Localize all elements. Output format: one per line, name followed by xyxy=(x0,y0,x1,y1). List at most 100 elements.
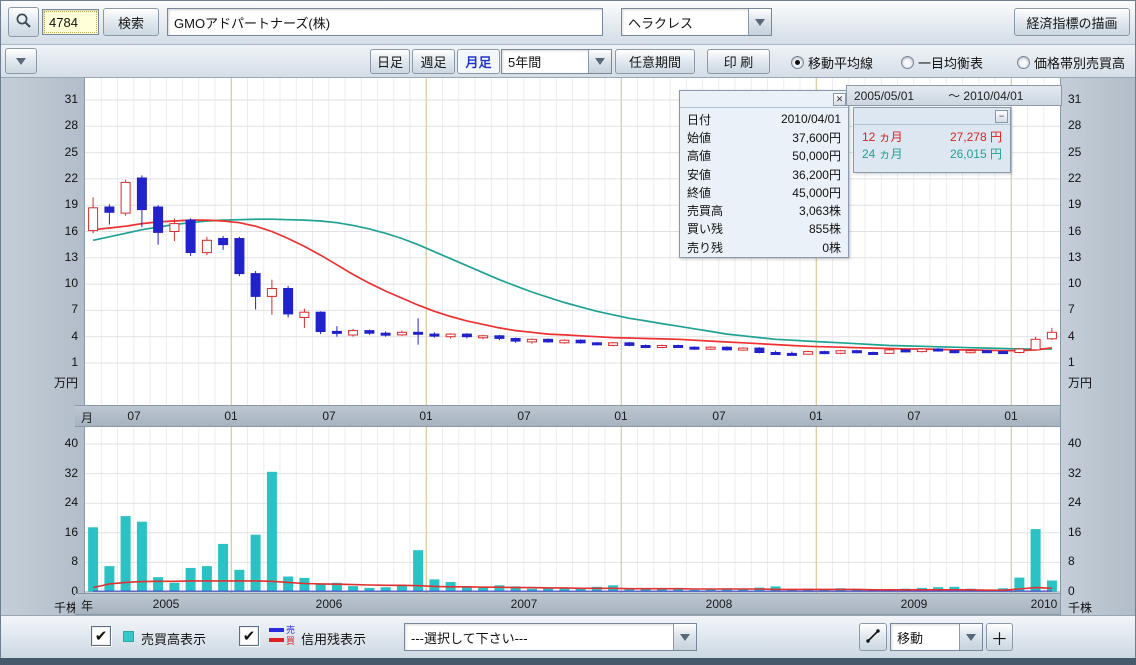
price-tick-label: 25 xyxy=(65,145,78,159)
volume-display-checkbox[interactable] xyxy=(91,626,111,646)
price-tick-label: 22 xyxy=(65,171,78,185)
price-tick-label: 25 xyxy=(1068,145,1081,159)
price-tick-label: 28 xyxy=(65,118,78,132)
info-row-value: 37,600円 xyxy=(792,129,841,146)
year-axis-caption: 年 xyxy=(81,597,93,614)
toolbar-row1: 4784 検索 GMOアドパートナーズ(株) ヘラクレス 経済指標の描画 xyxy=(1,1,1135,45)
chevron-down-icon xyxy=(595,58,605,65)
tool-mode-dropdown[interactable]: 移動 xyxy=(890,623,983,651)
month-axis-caption: 月 xyxy=(81,409,93,426)
exchange-dropdown-button[interactable] xyxy=(748,9,771,35)
minimize-icon[interactable]: − xyxy=(995,110,1008,123)
custom-period-button[interactable]: 任意期間 xyxy=(615,49,695,74)
month-tick-label: 07 xyxy=(114,409,154,423)
month-tick-label: 07 xyxy=(504,409,544,423)
price-tick-label: 28 xyxy=(1068,118,1081,132)
price-tick-label: 31 xyxy=(65,92,78,106)
price-tick-label: 22 xyxy=(1068,171,1081,185)
info-row-label: 始値 xyxy=(687,129,711,146)
tab-daily[interactable]: 日足 xyxy=(370,49,410,74)
ohlc-info-popup: ✕ 日付2010/04/01始値37,600円高値50,000円安値36,200… xyxy=(679,90,849,258)
month-tick-label: 01 xyxy=(211,409,251,423)
close-icon[interactable]: ✕ xyxy=(833,93,846,106)
volume-tick-label: 8 xyxy=(1068,554,1075,568)
volume-tick-label: 8 xyxy=(71,554,78,568)
indicator-select-dropdown[interactable]: ---選択して下さい--- xyxy=(404,623,697,651)
economic-indicator-button[interactable]: 経済指標の描画 xyxy=(1014,8,1130,36)
radio-label: 価格帯別売買高 xyxy=(1034,53,1125,72)
credit-balance-checkbox[interactable] xyxy=(239,626,259,646)
info-row-label: 売り残 xyxy=(687,239,723,256)
info-row-value: 2010/04/01 xyxy=(781,112,841,126)
tab-monthly[interactable]: 月足 xyxy=(457,49,500,74)
info-row: 安値36,200円 xyxy=(687,165,841,183)
volume-axis-unit: 千株 xyxy=(1068,599,1092,616)
range-start: 2005/05/01 xyxy=(854,89,914,103)
footer-bar: 売買高表示 売 買 信用残表示 ---選択して下さい--- 移動 xyxy=(1,615,1135,658)
stock-code-input[interactable]: 4784 xyxy=(42,9,99,35)
trendline-tool-button[interactable] xyxy=(859,623,887,651)
credit-checkbox-label: 信用残表示 xyxy=(301,629,366,648)
info-row-label: 安値 xyxy=(687,166,711,183)
volume-color-swatch-icon xyxy=(123,631,134,642)
year-axis-band: 年 200520062007200820092010 xyxy=(75,593,1060,615)
volume-tick-label: 16 xyxy=(1068,525,1081,539)
info-row: 買い残855株 xyxy=(687,220,841,238)
year-tick-label: 2009 xyxy=(894,597,934,611)
stock-chart-app: 4784 検索 GMOアドパートナーズ(株) ヘラクレス 経済指標の描画 日足 … xyxy=(0,0,1136,665)
month-tick-label: 07 xyxy=(699,409,739,423)
range-end: ～ 2010/04/01 xyxy=(948,87,1023,104)
exchange-dropdown[interactable]: ヘラクレス xyxy=(621,8,772,36)
tool-mode-dropdown-button[interactable] xyxy=(959,624,982,650)
radio-volume-by-price[interactable]: 価格帯別売買高 xyxy=(1017,53,1125,72)
print-button[interactable]: 印 刷 xyxy=(707,49,770,74)
period-range-dropdown[interactable]: 5年間 xyxy=(501,49,612,74)
price-axis-unit: 万円 xyxy=(54,374,78,391)
tab-weekly[interactable]: 週足 xyxy=(412,49,455,74)
price-tick-label: 1 xyxy=(71,355,78,369)
radio-ichimoku[interactable]: 一目均衡表 xyxy=(901,53,983,72)
info-row: 高値50,000円 xyxy=(687,147,841,165)
info-row-label: 高値 xyxy=(687,147,711,164)
info-row: 始値 37,600円 xyxy=(687,128,841,146)
period-range-value: 5年間 xyxy=(502,50,588,73)
price-axis-unit: 万円 xyxy=(1068,374,1092,391)
ma-legend-row: 24 ヵ月26,015 円 xyxy=(862,145,1002,162)
month-axis-band: 月 07010701070107010701 xyxy=(75,405,1060,427)
chevron-down-icon xyxy=(16,58,26,65)
price-tick-label: 10 xyxy=(1068,276,1081,290)
info-row-label: 買い残 xyxy=(687,220,723,237)
volume-tick-label: 16 xyxy=(65,525,78,539)
trendline-icon xyxy=(864,627,882,648)
price-tick-label: 10 xyxy=(65,276,78,290)
date-range-box: 2005/05/01 ～ 2010/04/01 xyxy=(846,85,1062,106)
month-tick-label: 01 xyxy=(991,409,1031,423)
tool-mode-value: 移動 xyxy=(891,624,959,650)
volume-chart-plot[interactable] xyxy=(85,427,1060,593)
right-axis: 3128252219161310741万円4032241680千株 xyxy=(1060,78,1135,615)
search-button[interactable]: 検索 xyxy=(103,8,159,36)
info-popup-rows: 日付2010/04/01始値37,600円高値50,000円安値36,200円終… xyxy=(680,108,848,258)
company-name-input[interactable]: GMOアドパートナーズ(株) xyxy=(167,8,603,36)
window-bottom-frame xyxy=(0,658,1136,665)
period-range-dropdown-button[interactable] xyxy=(588,50,611,73)
price-tick-label: 13 xyxy=(1068,250,1081,264)
radio-moving-average[interactable]: 移動平均線 xyxy=(791,53,873,72)
price-tick-label: 7 xyxy=(71,302,78,316)
ma-legend-box: − 12 ヵ月27,278 円24 ヵ月26,015 円 xyxy=(853,107,1011,173)
expand-dropdown-button[interactable] xyxy=(5,48,37,74)
sell-char: 売 xyxy=(286,626,295,635)
magnifier-icon xyxy=(15,12,32,32)
radio-label: 一目均衡表 xyxy=(918,53,983,72)
volume-tick-label: 24 xyxy=(65,495,78,509)
crosshair-plus-button[interactable]: ＋ xyxy=(986,623,1013,651)
month-tick-label: 01 xyxy=(796,409,836,423)
info-popup-header: ✕ xyxy=(680,91,848,108)
month-tick-label: 01 xyxy=(406,409,446,423)
chevron-down-icon xyxy=(680,634,690,641)
stock-code-value: 4784 xyxy=(49,15,78,30)
chevron-down-icon xyxy=(966,634,976,641)
indicator-select-button[interactable] xyxy=(673,624,696,650)
year-tick-label: 2006 xyxy=(309,597,349,611)
search-icon-button[interactable] xyxy=(8,7,39,37)
